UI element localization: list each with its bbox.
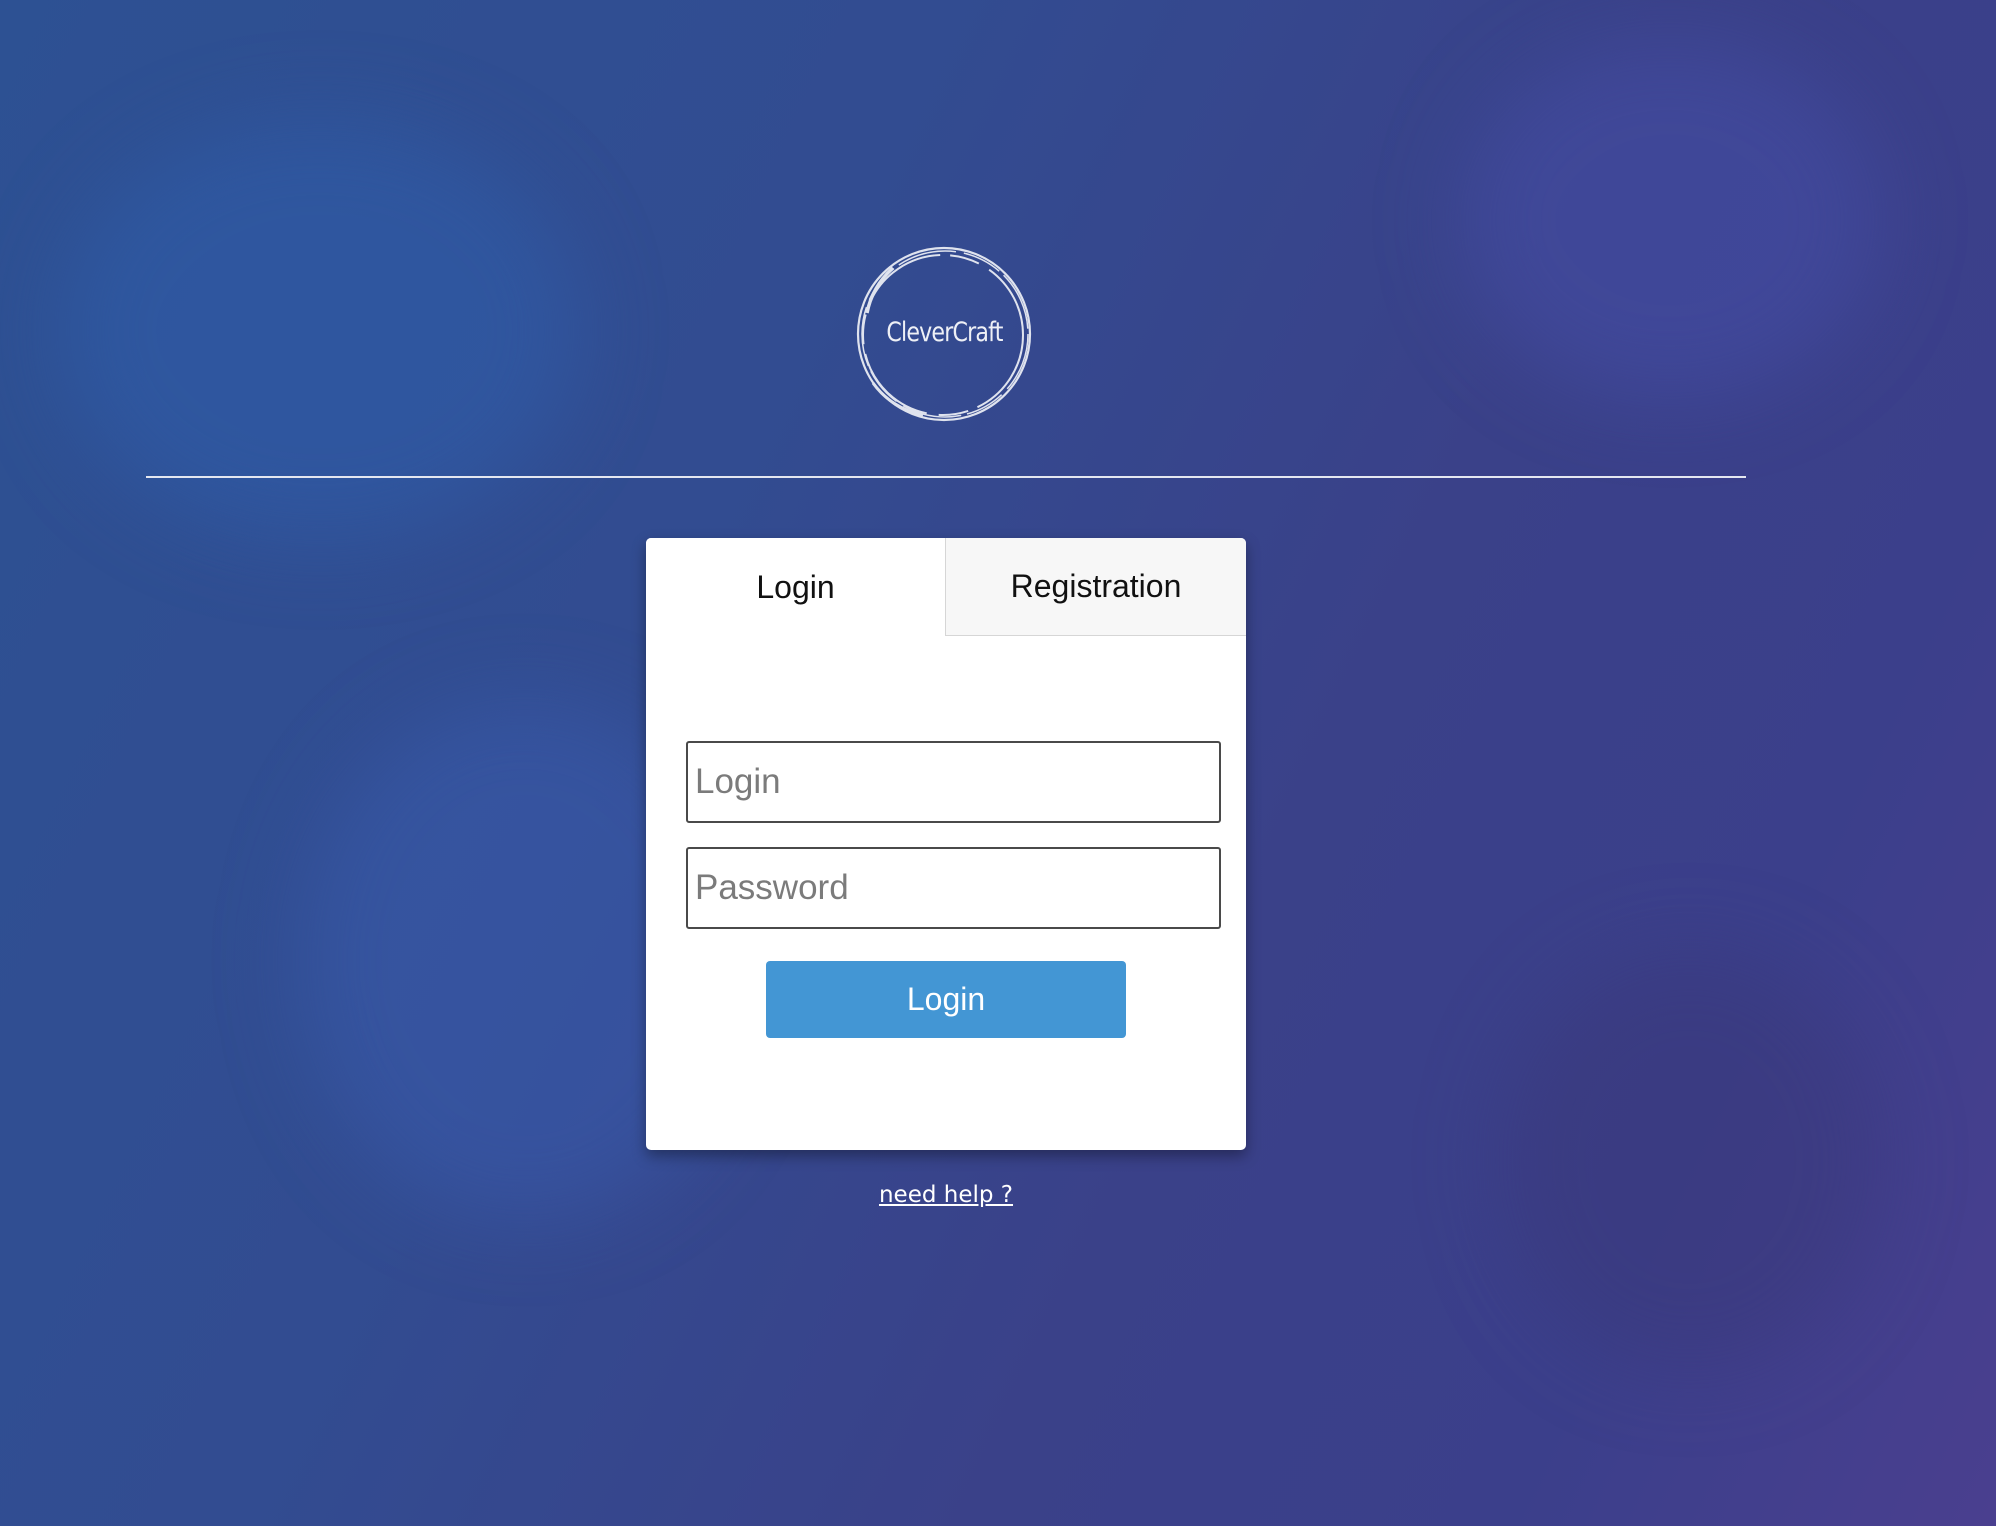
background-blur-shape	[1500, 950, 1880, 1370]
tab-login[interactable]: Login	[646, 538, 945, 636]
brand-name: CleverCraft	[886, 317, 1003, 348]
brand-logo: CleverCraft	[853, 243, 1036, 426]
header-divider	[146, 476, 1746, 478]
login-input[interactable]	[686, 741, 1221, 823]
background-blur-shape	[1460, 40, 1880, 400]
password-input[interactable]	[686, 847, 1221, 929]
tab-registration[interactable]: Registration	[945, 538, 1246, 636]
login-button[interactable]: Login	[766, 961, 1126, 1038]
need-help-link[interactable]: need help ?	[846, 1182, 1046, 1208]
auth-card: Login Registration Login	[646, 538, 1246, 1150]
